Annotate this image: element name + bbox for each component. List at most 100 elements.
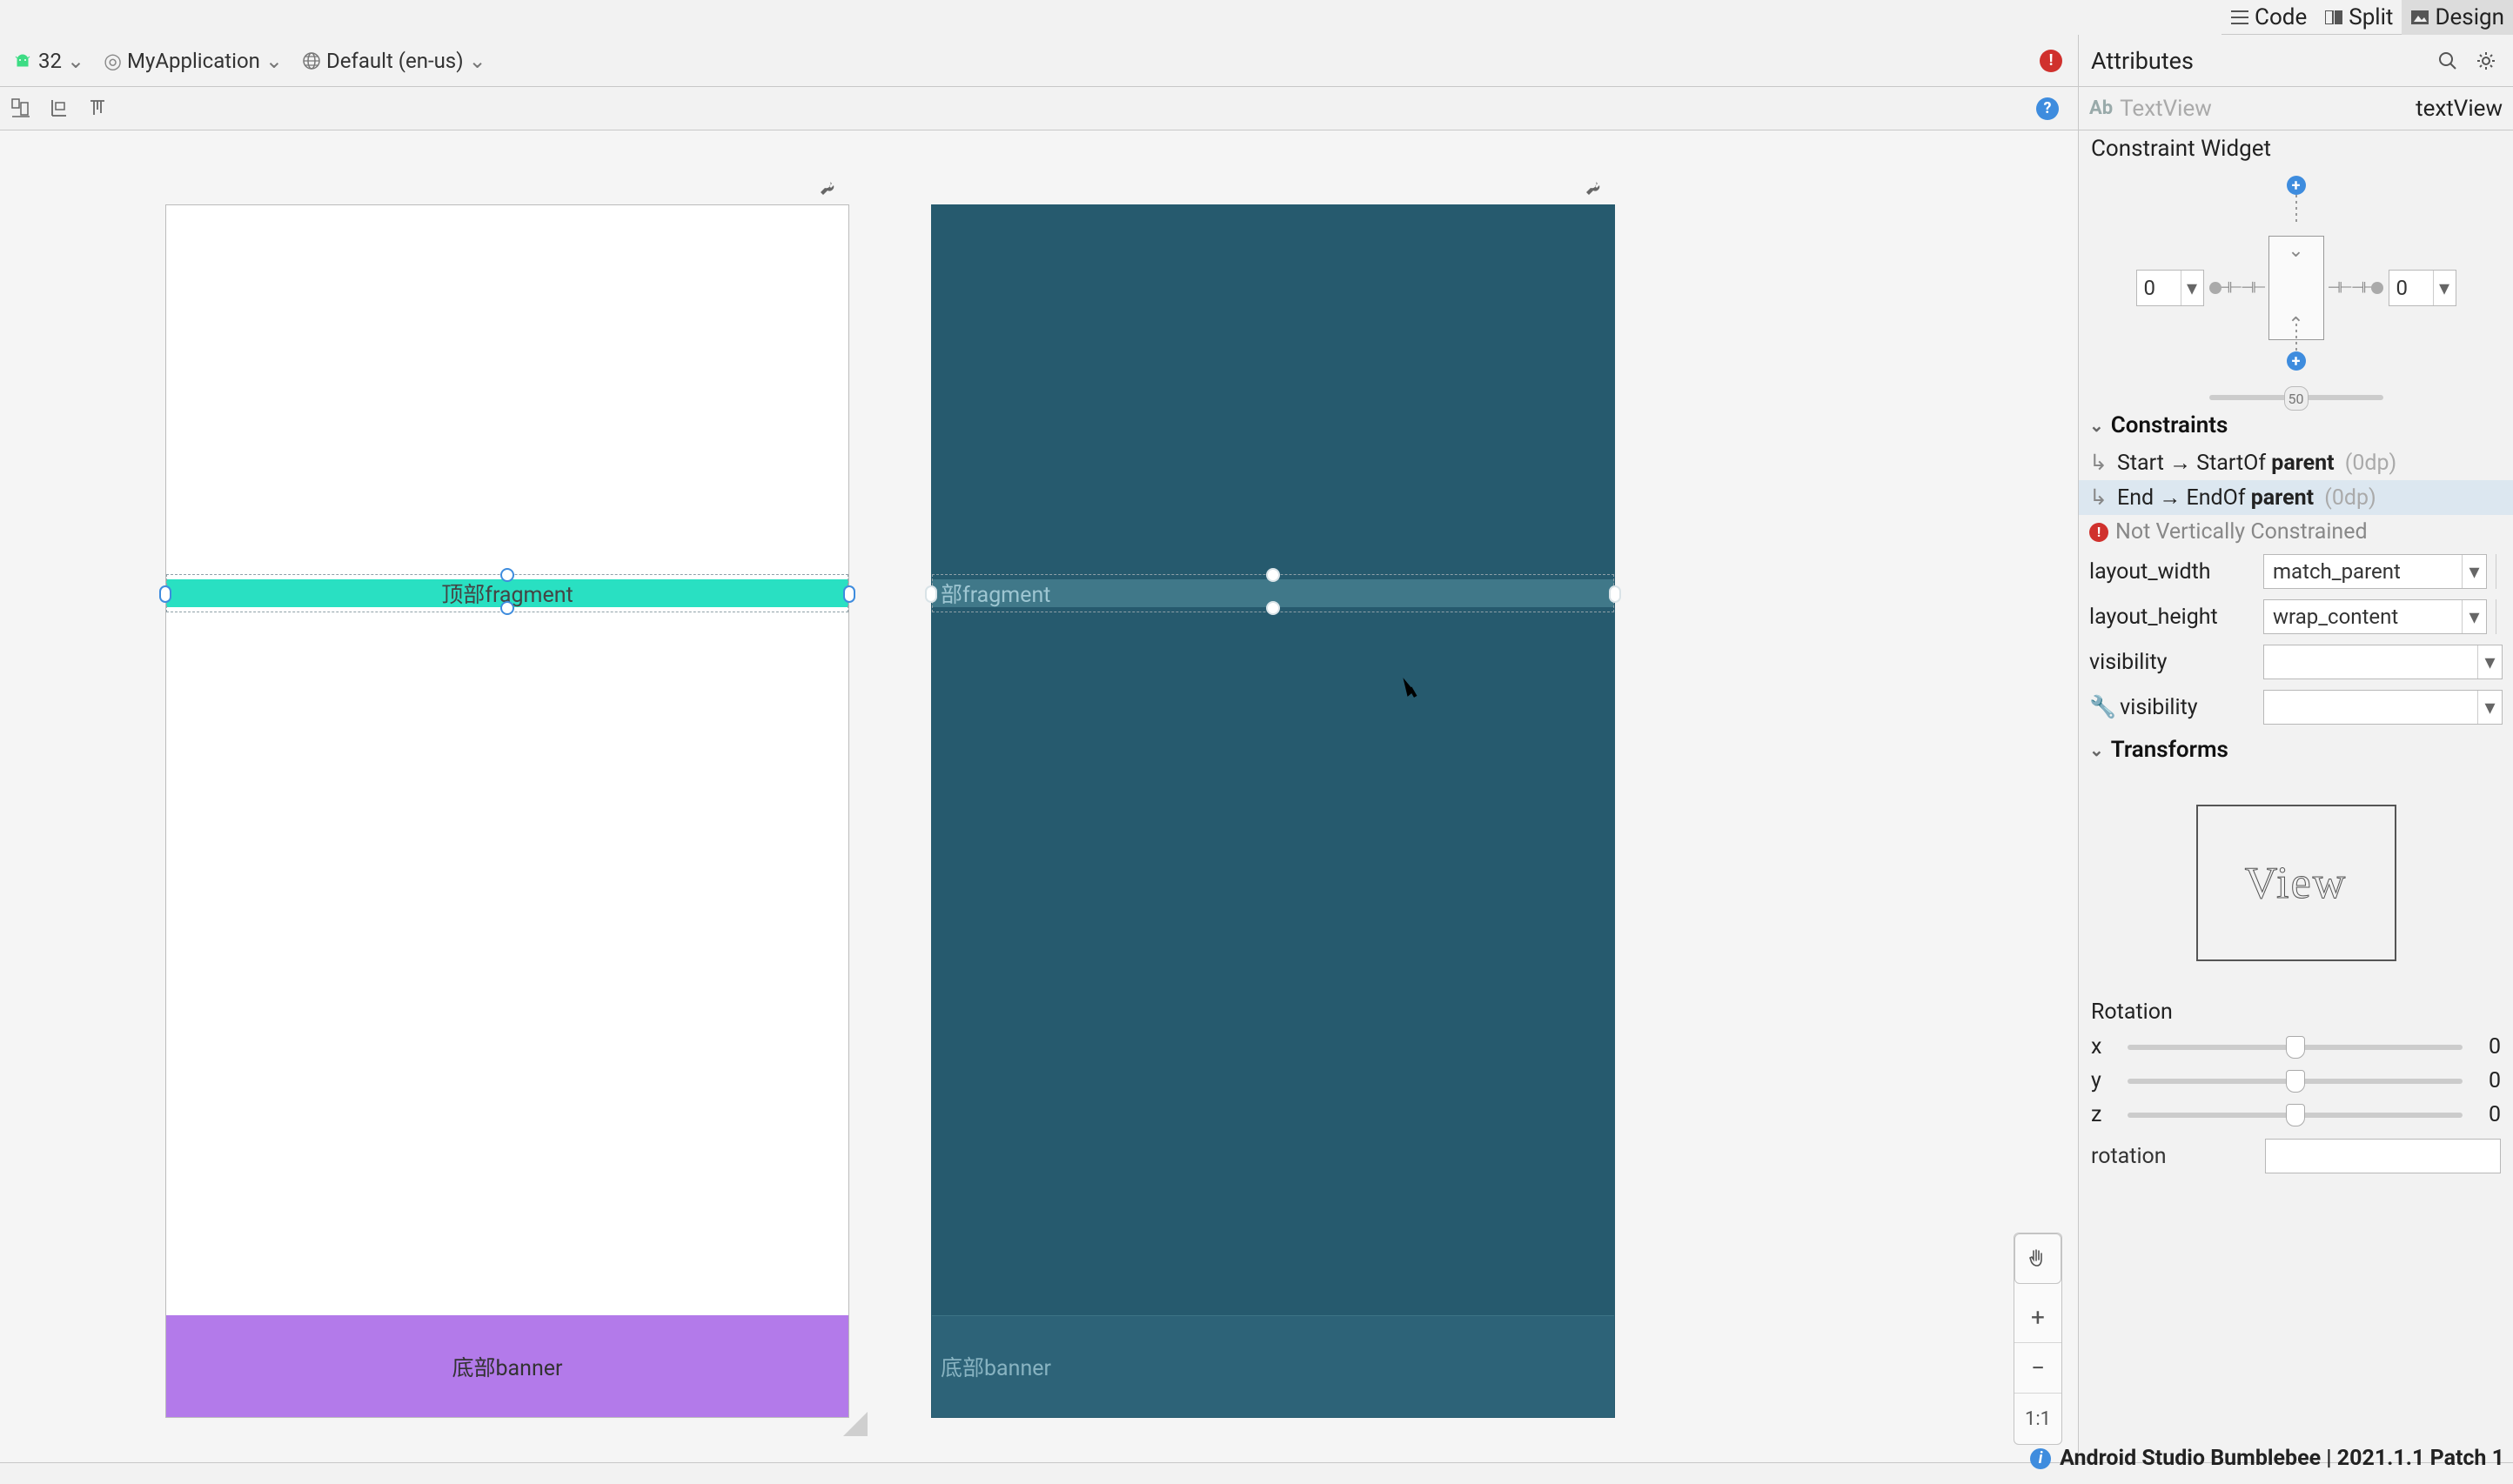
- constraint-handle-top[interactable]: [500, 568, 514, 582]
- wrench-icon[interactable]: [818, 178, 837, 197]
- add-constraint-top-icon[interactable]: +: [2287, 176, 2306, 195]
- zoom-reset-button[interactable]: 1:1: [2014, 1394, 2061, 1444]
- rotation-input-label: rotation: [2091, 1144, 2256, 1169]
- clear-tool-icon[interactable]: [87, 97, 110, 120]
- margin-right-field[interactable]: 0▾: [2389, 270, 2456, 306]
- chevron-down-icon: ⌄: [2089, 415, 2104, 436]
- more-icon[interactable]: [2496, 599, 2503, 634]
- image-icon: [2410, 8, 2429, 27]
- error-badge-icon[interactable]: !: [2040, 50, 2062, 72]
- chevron-down-icon: ⌄: [2089, 739, 2104, 760]
- constraint-row-start[interactable]: ↳ Start → StartOf parent (0dp): [2079, 445, 2513, 480]
- search-icon[interactable]: [2433, 46, 2463, 76]
- zoom-in-button[interactable]: +: [2014, 1293, 2061, 1343]
- wrench-icon[interactable]: [1584, 178, 1603, 197]
- main-toolbar: 32 ⌄ ◎ MyApplication ⌄ Default (en-us) ⌄…: [0, 35, 2078, 87]
- chevron-down-icon[interactable]: ▾: [2433, 271, 2456, 305]
- constraint-error-row[interactable]: ! Not Vertically Constrained: [2079, 515, 2513, 549]
- more-icon[interactable]: [2496, 554, 2503, 589]
- transforms-preview[interactable]: View: [2079, 770, 2513, 996]
- help-badge-icon[interactable]: ?: [2036, 97, 2059, 120]
- guideline-tool-icon[interactable]: [49, 97, 71, 120]
- constraint-handle-right[interactable]: [843, 585, 855, 603]
- status-notification-text: Android Studio Bumblebee | 2021.1.1 Patc…: [2060, 1446, 2504, 1471]
- layout-width-field[interactable]: match_parent▾: [2263, 554, 2487, 589]
- textview-icon: Ab: [2089, 97, 2113, 119]
- api-level-selector[interactable]: 32 ⌄: [7, 47, 90, 75]
- rotation-z-slider[interactable]: [2128, 1113, 2463, 1118]
- bottom-banner-bp[interactable]: 底部banner: [932, 1315, 1614, 1417]
- hamburger-icon: [2230, 8, 2249, 27]
- constraint-line-icon: ↳: [2089, 485, 2112, 511]
- slider-thumb[interactable]: [2286, 1104, 2305, 1126]
- component-id: textView: [2416, 96, 2503, 122]
- android-icon: [12, 50, 33, 71]
- gear-icon[interactable]: [2471, 46, 2501, 76]
- locale-selector[interactable]: Default (en-us) ⌄: [297, 47, 492, 75]
- tab-code-label: Code: [2255, 4, 2307, 30]
- status-notification[interactable]: i Android Studio Bumblebee | 2021.1.1 Pa…: [2030, 1446, 2504, 1471]
- slider-thumb[interactable]: [2286, 1070, 2305, 1093]
- zoom-controls: + − 1:1: [2014, 1233, 2062, 1445]
- status-bar: i Android Studio Bumblebee | 2021.1.1 Pa…: [0, 1462, 2513, 1484]
- rotation-z-row: z 0: [2079, 1098, 2513, 1132]
- constraint-dotline: [2295, 324, 2297, 351]
- tab-code[interactable]: Code: [2221, 0, 2315, 35]
- constraint-widget[interactable]: + ⌄ ⌃ + ⊣⊢⊣⊢ ⊣⊢⊣⊢ 0▾ 0▾: [2079, 170, 2513, 405]
- chevron-down-icon[interactable]: ▾: [2462, 600, 2486, 633]
- resize-handle-icon[interactable]: [843, 1412, 868, 1436]
- constraint-row-end[interactable]: ↳ End → EndOf parent (0dp): [2079, 480, 2513, 515]
- rotation-input-field[interactable]: [2265, 1139, 2501, 1173]
- visibility-row: visibility ▾: [2079, 639, 2513, 685]
- target-icon: ◎: [104, 49, 122, 73]
- rotation-x-slider[interactable]: [2128, 1045, 2463, 1050]
- chevron-down-icon: ⌄: [469, 49, 486, 73]
- constraint-widget-title: Constraint Widget: [2079, 130, 2513, 170]
- zoom-out-button[interactable]: −: [2014, 1343, 2061, 1394]
- layout-height-field[interactable]: wrap_content▾: [2263, 599, 2487, 634]
- bottom-banner[interactable]: 底部banner: [166, 1315, 848, 1417]
- visibility-field[interactable]: ▾: [2263, 645, 2503, 679]
- design-surface[interactable]: 顶部fragment 底部banner 部fragment 底部banner +…: [0, 130, 2078, 1462]
- anchor-dot-icon[interactable]: [2209, 282, 2221, 294]
- tab-design[interactable]: Design: [2402, 0, 2513, 35]
- constraint-handle-top[interactable]: [1266, 568, 1280, 582]
- chevron-down-icon[interactable]: ▾: [2477, 691, 2502, 724]
- add-constraint-bottom-icon[interactable]: +: [2287, 351, 2306, 371]
- chevron-down-icon: ⌄: [67, 49, 84, 73]
- device-preview-light[interactable]: 顶部fragment 底部banner: [165, 204, 849, 1418]
- constraint-dotline: [2295, 195, 2297, 223]
- device-preview-blueprint[interactable]: 部fragment 底部banner: [931, 204, 1615, 1418]
- layout-height-row: layout_height wrap_content▾: [2079, 594, 2513, 639]
- slider-thumb[interactable]: [2286, 1036, 2305, 1059]
- constraint-handle-left[interactable]: [159, 585, 171, 603]
- constraint-handle-right[interactable]: [1609, 585, 1621, 603]
- align-tool-icon[interactable]: [10, 97, 33, 120]
- component-type-row: Ab TextView textView: [2079, 87, 2513, 130]
- view-preview-box: View: [2196, 805, 2396, 961]
- tab-split[interactable]: Split: [2315, 0, 2402, 35]
- rotation-y-slider[interactable]: [2128, 1079, 2463, 1084]
- chevron-down-icon[interactable]: ▾: [2181, 271, 2203, 305]
- constraints-section-label: Constraints: [2111, 412, 2228, 438]
- constraint-handle-bottom[interactable]: [1266, 601, 1280, 615]
- constraint-handle-left[interactable]: [925, 585, 937, 603]
- tools-visibility-row: 🔧visibility ▾: [2079, 685, 2513, 730]
- constraints-section-header[interactable]: ⌄ Constraints: [2079, 405, 2513, 445]
- design-tools-toolbar: ?: [0, 87, 2078, 130]
- constraint-line-icon: ↳: [2089, 450, 2112, 476]
- tools-visibility-field[interactable]: ▾: [2263, 690, 2503, 725]
- anchor-dot-icon[interactable]: [2371, 282, 2383, 294]
- pan-button[interactable]: [2014, 1233, 2061, 1284]
- app-selector[interactable]: ◎ MyApplication ⌄: [98, 47, 288, 75]
- bias-slider[interactable]: [2209, 395, 2383, 400]
- chevron-down-icon[interactable]: ▾: [2462, 555, 2486, 588]
- margin-left-field[interactable]: 0▾: [2136, 270, 2204, 306]
- transforms-section-header[interactable]: ⌄ Transforms: [2079, 730, 2513, 770]
- chevron-down-icon[interactable]: ▾: [2477, 645, 2502, 678]
- tools-visibility-label: 🔧visibility: [2089, 695, 2255, 720]
- view-mode-tabs: Code Split Design: [2221, 0, 2513, 35]
- rotation-y-row: y 0: [2079, 1064, 2513, 1098]
- constraint-handle-bottom[interactable]: [500, 601, 514, 615]
- tab-design-label: Design: [2435, 4, 2504, 30]
